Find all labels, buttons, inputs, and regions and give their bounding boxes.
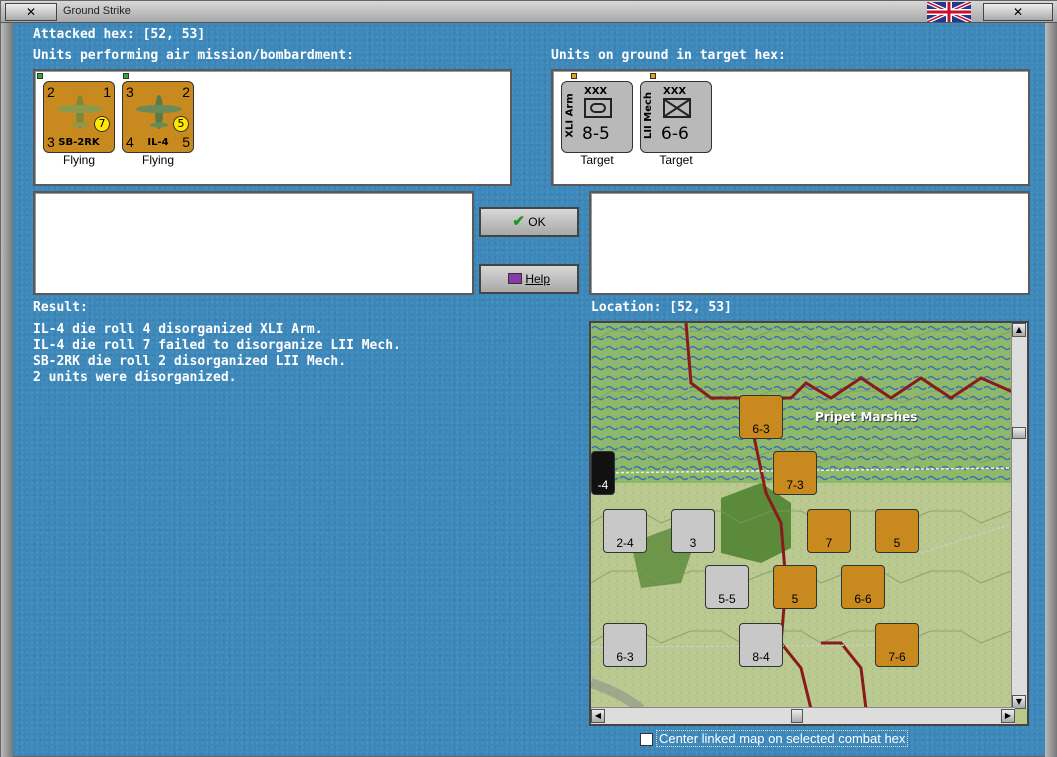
status-indicator [571, 73, 577, 79]
scroll-thumb[interactable] [791, 709, 803, 723]
center-map-checkbox[interactable] [640, 733, 653, 746]
counter-values: 8-4 [752, 650, 770, 664]
map-unit-counter[interactable]: 8-4 [739, 623, 783, 667]
ground-strike-window: ✕ Ground Strike ✕ Attacked hex: [52, 53]… [0, 0, 1057, 757]
unit-name: LII Mech [643, 91, 655, 140]
help-book-icon [507, 273, 522, 284]
ground-unit-counter[interactable]: XXX XLI Arm 8-5 [561, 81, 633, 153]
counter-values: 6-6 [854, 592, 872, 606]
counter-values: 5 [893, 536, 901, 550]
unit-status: Target [659, 153, 693, 167]
window-restore-button[interactable]: ✕ [983, 3, 1053, 21]
window-title: Ground Strike [63, 5, 131, 17]
counter-values: 5-5 [718, 592, 736, 606]
region-label: Pripet Marshes [815, 410, 918, 424]
counter-values: 7-6 [888, 650, 906, 664]
air-unit-counter[interactable]: 3 2 4 5 5 IL-4 [122, 81, 194, 153]
scroll-right-arrow-icon[interactable]: ▶ [1001, 709, 1015, 723]
counter-values: -4 [597, 478, 609, 492]
attacker-info-panel [33, 191, 474, 295]
counter-values: 6-3 [752, 422, 770, 436]
center-map-checkbox-label[interactable]: Center linked map on selected combat hex [656, 730, 909, 747]
help-label: Help [525, 272, 551, 286]
ground-units-label: Units on ground in target hex: [551, 48, 786, 63]
unit-values: 8-5 [582, 124, 610, 144]
result-label: Result: [33, 300, 88, 315]
checkmark-icon: ✔ [512, 213, 525, 230]
uk-flag-graphic [926, 0, 972, 24]
scroll-up-arrow-icon[interactable]: ▲ [1012, 323, 1026, 337]
help-button[interactable]: Help [479, 264, 579, 294]
range-badge: 7 [94, 116, 110, 132]
unit-status: Flying [141, 153, 174, 167]
mech-symbol-icon [663, 98, 691, 118]
unit-status: Target [580, 153, 614, 167]
counter-values: 5 [791, 592, 799, 606]
unit-stat: 3 [126, 84, 134, 100]
defender-info-panel [589, 191, 1030, 295]
unit-name: SB-2RK [58, 137, 100, 148]
ground-units-panel: XXX XLI Arm 8-5 Target XXX LII Mech 6-6 … [551, 69, 1030, 186]
map-unit-counter[interactable]: 6-3 [603, 623, 647, 667]
counter-values: 7 [825, 536, 833, 550]
unit-values: 6-6 [661, 124, 689, 144]
status-indicator [37, 73, 43, 79]
title-bar: ✕ Ground Strike ✕ [1, 0, 1057, 24]
scroll-left-arrow-icon[interactable]: ◀ [591, 709, 605, 723]
left-frame [1, 23, 13, 757]
air-units-label: Units performing air mission/bombardment… [33, 48, 354, 63]
status-indicator [123, 73, 129, 79]
counter-values: 7-3 [786, 478, 804, 492]
counter-values: 6-3 [616, 650, 634, 664]
location-map[interactable]: Pripet Marshes 6-3 7-3 -4 2-4 3 7 5 5-5 … [589, 321, 1029, 726]
range-badge: 5 [173, 116, 189, 132]
location-label: Location: [52, 53] [591, 300, 732, 315]
result-line: SB-2RK die roll 2 disorganized LII Mech. [33, 354, 347, 369]
result-line: 2 units were disorganized. [33, 370, 237, 385]
map-horizontal-scrollbar[interactable]: ◀ ▶ [591, 707, 1015, 724]
attacked-hex-label: Attacked hex: [52, 53] [33, 27, 206, 42]
map-unit-counter[interactable]: 5 [875, 509, 919, 553]
scroll-thumb[interactable] [1012, 427, 1026, 439]
map-vertical-scrollbar[interactable]: ▲ ▼ [1011, 323, 1027, 709]
result-line: IL-4 die roll 4 disorganized XLI Arm. [33, 322, 323, 337]
unit-status: Flying [62, 153, 95, 167]
right-frame [1045, 23, 1057, 757]
unit-size: XXX [663, 86, 687, 97]
ok-label: OK [528, 215, 546, 229]
close-icon: ✕ [25, 5, 37, 19]
map-unit-counter[interactable]: 7 [807, 509, 851, 553]
counter-values: 2-4 [616, 536, 634, 550]
status-indicator [650, 73, 656, 79]
map-unit-counter[interactable]: 7-6 [875, 623, 919, 667]
map-unit-counter[interactable]: 6-3 [739, 395, 783, 439]
map-unit-counter[interactable]: 2-4 [603, 509, 647, 553]
ground-unit-counter[interactable]: XXX LII Mech 6-6 [640, 81, 712, 153]
air-units-panel: 2 1 3 7 SB-2RK Flying 3 2 4 5 5 IL-4 Fly… [33, 69, 512, 186]
result-list: IL-4 die roll 4 disorganized XLI Arm. IL… [33, 322, 401, 386]
ok-button[interactable]: ✔ OK [479, 207, 579, 237]
uk-flag-icon [926, 0, 972, 24]
restore-icon: ✕ [1012, 5, 1024, 19]
map-unit-counter[interactable]: 5-5 [705, 565, 749, 609]
unit-name: IL-4 [147, 137, 169, 148]
map-unit-counter[interactable]: 6-6 [841, 565, 885, 609]
unit-name: XLI Arm [564, 93, 576, 138]
map-unit-counter[interactable]: 5 [773, 565, 817, 609]
map-unit-counter[interactable]: -4 [591, 451, 615, 495]
window-close-button[interactable]: ✕ [5, 3, 57, 21]
unit-size: XXX [584, 86, 608, 97]
armor-symbol-icon [584, 98, 612, 118]
counter-values: 3 [689, 536, 697, 550]
map-unit-counter[interactable]: 3 [671, 509, 715, 553]
unit-stat: 2 [47, 84, 55, 100]
air-unit-counter[interactable]: 2 1 3 7 SB-2RK [43, 81, 115, 153]
map-unit-counter[interactable]: 7-3 [773, 451, 817, 495]
result-line: IL-4 die roll 7 failed to disorganize LI… [33, 338, 401, 353]
hex-terrain [591, 323, 1015, 709]
